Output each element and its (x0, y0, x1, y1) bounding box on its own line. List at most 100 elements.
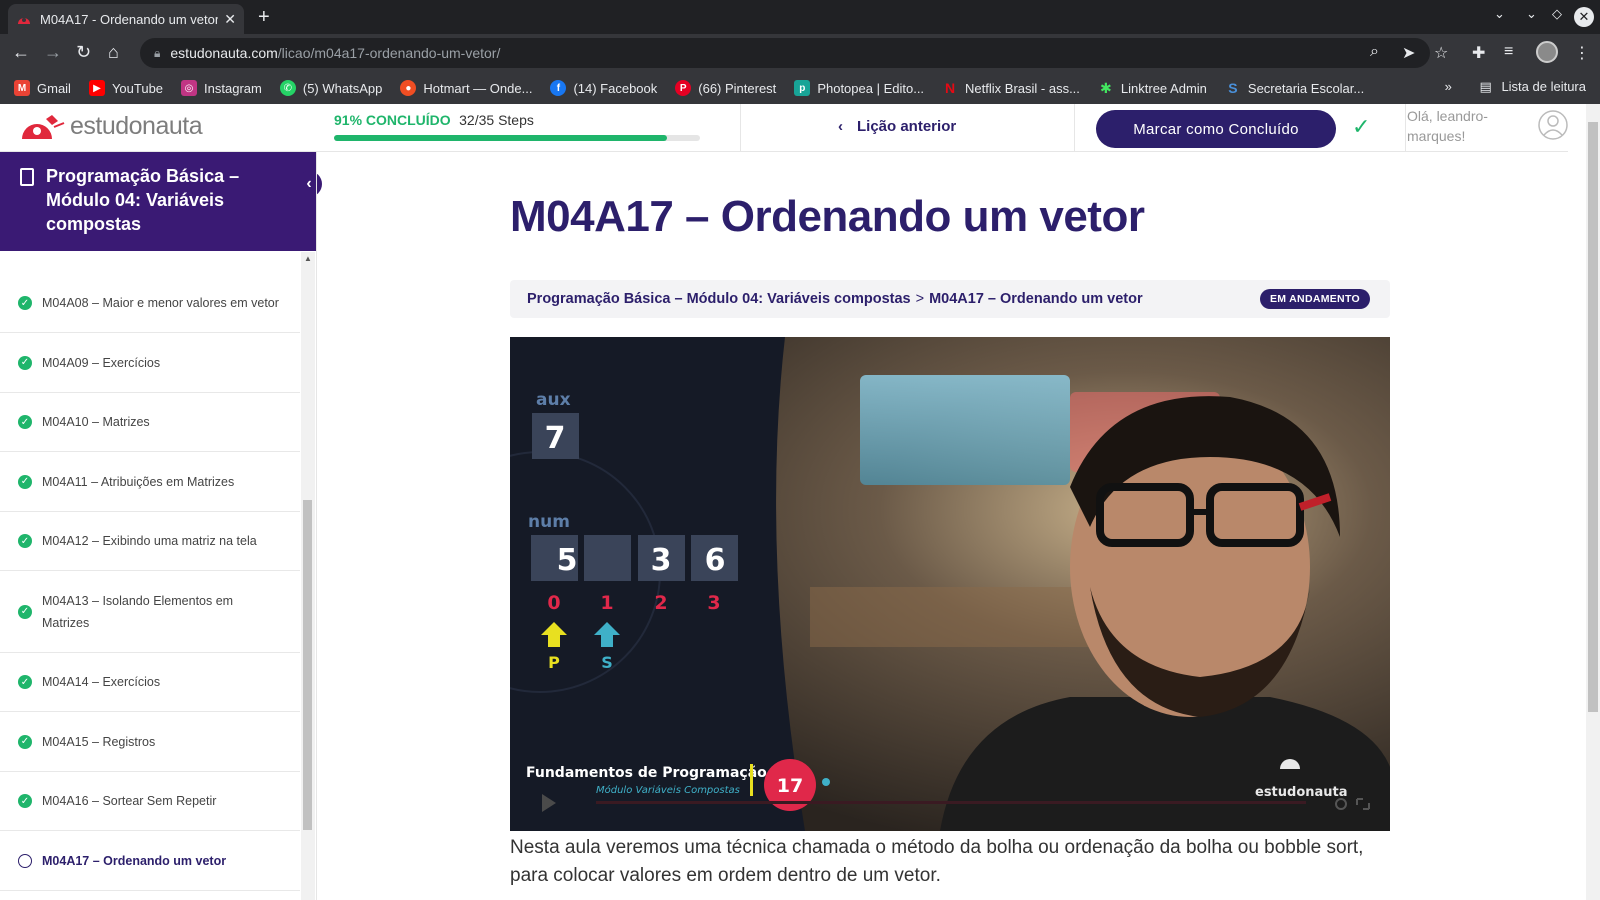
bookmark-netflix[interactable]: N Netflix Brasil - ass... (942, 80, 1080, 96)
chevron-left-icon: ‹ (306, 175, 312, 192)
browser-toolbar: ← → ↻ ⌂ 🔒︎ estudonauta.com/licao/m04a17-… (0, 34, 1600, 72)
url-domain: estudonauta.com (170, 45, 278, 61)
secretaria-icon: S (1228, 80, 1238, 96)
hotmart-icon: ● (400, 80, 417, 96)
bookmark-star-icon[interactable]: ☆ (1434, 43, 1448, 63)
media-icon[interactable]: ≡ (1504, 43, 1513, 61)
bookmark-instagram[interactable]: ◎ Instagram (181, 80, 262, 96)
completed-check-icon: ✓ (18, 355, 32, 370)
progress-bar-fill (334, 135, 668, 141)
completed-check-icon: ✓ (18, 604, 32, 619)
sidebar-scrollbar-thumb[interactable] (303, 500, 312, 830)
video-seek-bar[interactable] (596, 801, 1306, 804)
minimize-icon[interactable]: ⌄ (1526, 6, 1537, 22)
completed-check-icon: ✓ (18, 675, 32, 689)
lesson-item[interactable]: ✓ M04A16 – Sortear Sem Repetir (0, 772, 300, 831)
breadcrumb-course-link[interactable]: Programação Básica – Módulo 04: Variávei… (527, 291, 911, 307)
facebook-icon: f (550, 80, 567, 96)
bookmark-secretaria[interactable]: S Secretaria Escolar... (1225, 80, 1364, 96)
bookmark-whatsapp[interactable]: ✆ (5) WhatsApp (279, 80, 382, 96)
breadcrumb-separator: > (915, 291, 925, 307)
header-divider (740, 104, 741, 152)
zoom-icon[interactable]: ⌕ (1370, 43, 1379, 61)
lower-third-divider (750, 764, 753, 796)
aux-label: aux (536, 390, 571, 410)
sidebar-border (316, 152, 317, 900)
bookmark-gmail[interactable]: M Gmail (14, 80, 71, 96)
page-title: M04A17 – Ordenando um vetor (510, 192, 1145, 241)
mark-complete-button[interactable]: Marcar como Concluído (1096, 110, 1336, 148)
tab-search-icon[interactable]: ⌄ (1494, 6, 1505, 22)
array-index: 1 (600, 592, 613, 614)
progress-percent: 91% CONCLUÍDO (334, 112, 451, 128)
tab-title: M04A17 - Ordenando um vetor (40, 11, 219, 27)
bookmark-youtube[interactable]: ▶ YouTube (88, 80, 163, 96)
incomplete-circle-icon (18, 853, 32, 868)
bookmark-hotmart[interactable]: ● Hotmart — Onde... (400, 80, 532, 96)
send-icon[interactable]: ➤ (1402, 43, 1415, 63)
completed-check-icon: ✓ (18, 534, 32, 548)
check-icon: ✓ (1352, 114, 1371, 139)
profile-avatar[interactable] (1536, 41, 1558, 63)
array-index: 2 (654, 592, 667, 614)
completed-check-icon: ✓ (18, 296, 32, 310)
lesson-item[interactable]: ✓ M04A13 – Isolando Elementos em Matrize… (0, 571, 300, 653)
lesson-item[interactable]: ✓ M04A11 – Atribuições em Matrizes (0, 452, 300, 512)
lesson-item[interactable]: ✓ M04A08 – Maior e menor valores em veto… (0, 274, 300, 333)
user-avatar-icon[interactable] (1538, 110, 1568, 144)
pinterest-icon: P (675, 80, 692, 96)
chevron-left-icon: ‹ (838, 118, 843, 135)
back-icon[interactable]: ← (12, 43, 30, 61)
reload-icon[interactable]: ↻ (76, 43, 91, 61)
close-window-icon[interactable]: ✕ (1574, 7, 1594, 27)
close-tab-icon[interactable]: ✕ (224, 11, 236, 28)
bookmark-pinterest[interactable]: P (66) Pinterest (675, 80, 776, 96)
lock-icon: 🔒︎ (154, 45, 161, 60)
array-index: 3 (707, 592, 720, 614)
course-title-panel: Programação Básica – Módulo 04: Variávei… (0, 152, 316, 251)
page-scrollbar-thumb[interactable] (1588, 122, 1598, 712)
lesson-item[interactable]: ✓ M04A09 – Exercícios (0, 333, 300, 393)
new-tab-button[interactable]: + (258, 6, 270, 29)
home-icon[interactable]: ⌂ (108, 43, 119, 61)
lesson-item[interactable]: ✓ M04A14 – Exercícios (0, 653, 300, 712)
maximize-icon[interactable]: ◇ (1552, 6, 1562, 22)
bookmark-facebook[interactable]: f (14) Facebook (550, 80, 657, 96)
youtube-icon: ▶ (88, 80, 105, 96)
menu-icon[interactable]: ⋮ (1574, 43, 1590, 63)
watermark-text: estudonauta (1255, 785, 1348, 800)
gmail-icon: M (14, 80, 30, 96)
estudonauta-logo[interactable]: estudonauta (18, 112, 203, 141)
completed-check-icon: ✓ (18, 734, 32, 749)
episode-dot (822, 778, 830, 786)
collapse-sidebar-button[interactable]: ‹ (296, 171, 322, 197)
lesson-item[interactable]: ✓ M04A12 – Exibindo uma matriz na tela (0, 512, 300, 571)
reading-list-button[interactable]: » ▤ Lista de leitura (1445, 79, 1586, 95)
lesson-item[interactable]: ✓ M04A15 – Registros (0, 712, 300, 772)
forward-icon[interactable]: → (44, 43, 62, 61)
pointer-s-label: S (601, 653, 613, 672)
reading-list-icon: ▤ (1479, 79, 1492, 94)
episode-number: 17 (777, 775, 803, 797)
breadcrumb-lesson-link[interactable]: M04A17 – Ordenando um vetor (929, 291, 1143, 307)
breadcrumb: Programação Básica – Módulo 04: Variávei… (510, 280, 1390, 318)
user-greeting: Olá, leandro-marques! (1407, 108, 1488, 144)
header-divider (1074, 104, 1075, 152)
browser-tab-active[interactable]: M04A17 - Ordenando um vetor ✕ (8, 4, 244, 34)
bookmark-linktree[interactable]: ✱ Linktree Admin (1098, 80, 1207, 96)
lesson-item-current[interactable]: M04A17 – Ordenando um vetor (0, 831, 300, 891)
address-bar[interactable]: 🔒︎ estudonauta.com/licao/m04a17-ordenand… (140, 38, 1430, 68)
lesson-item[interactable]: ✓ M04A10 – Matrizes (0, 393, 300, 452)
lesson-video-player[interactable]: aux 7 num 5 3 6 0 1 2 3 P S Fundamentos … (510, 337, 1390, 831)
array-value: 3 (651, 543, 672, 578)
previous-lesson-link[interactable]: ‹ Lição anterior (838, 118, 956, 135)
more-bookmarks-icon[interactable]: » (1445, 79, 1452, 94)
lesson-list: ✓ M04A08 – Maior e menor valores em veto… (0, 252, 300, 900)
bookmarks-bar: M Gmail ▶ YouTube ◎ Instagram ✆ (5) WhatsApp… (0, 72, 1600, 104)
extensions-icon[interactable]: ✚ (1472, 43, 1485, 63)
logo-helmet-icon (22, 114, 65, 139)
bookmark-photopea[interactable]: p Photopea | Edito... (794, 80, 924, 96)
browser-tab-bar: M04A17 - Ordenando um vetor ✕ + ⌄ ⌄ ◇ ✕ (0, 0, 1600, 34)
completed-check-icon: ✓ (18, 415, 32, 429)
scroll-up-icon[interactable]: ▲ (301, 254, 315, 263)
